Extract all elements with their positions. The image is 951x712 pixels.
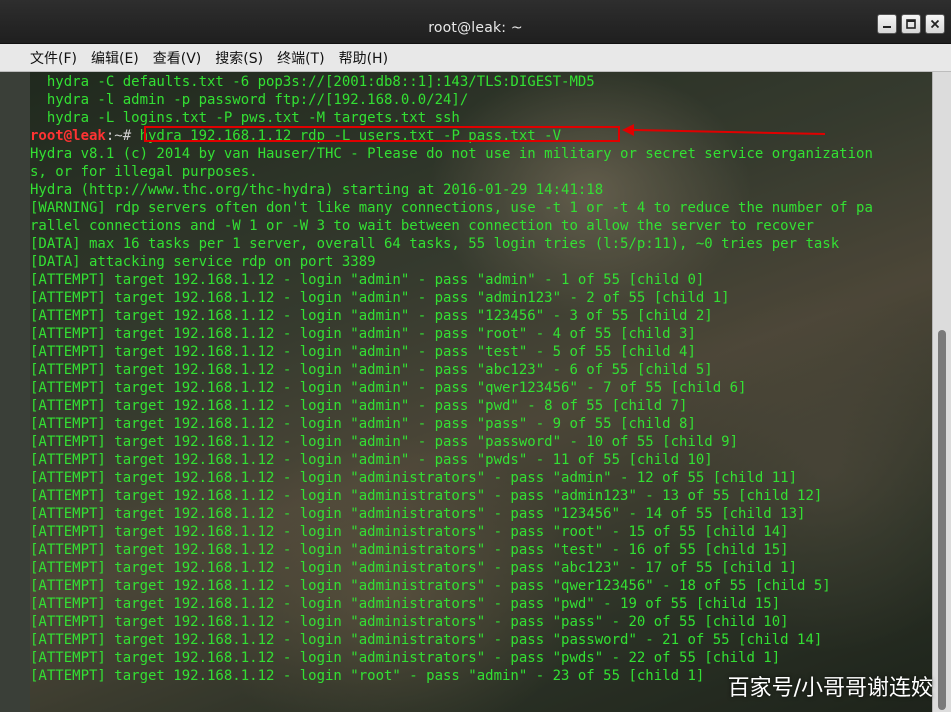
terminal-line: [ATTEMPT] target 192.168.1.12 - login "a… <box>30 380 747 396</box>
minimize-button[interactable] <box>877 14 897 34</box>
terminal-line: rallel connections and -W 1 or -W 3 to w… <box>30 218 814 234</box>
window-title: root@leak: ~ <box>428 20 523 36</box>
terminal-line: [ATTEMPT] target 192.168.1.12 - login "a… <box>30 632 823 648</box>
close-icon <box>930 19 940 29</box>
close-button[interactable] <box>925 14 945 34</box>
menu-file[interactable]: 文件(F) <box>30 48 77 68</box>
terminal-line: [DATA] max 16 tasks per 1 server, overal… <box>30 236 840 252</box>
terminal-line: [WARNING] rdp servers often don't like m… <box>30 200 873 216</box>
terminal-line: [ATTEMPT] target 192.168.1.12 - login "a… <box>30 434 739 450</box>
terminal-line: [ATTEMPT] target 192.168.1.12 - login "a… <box>30 524 789 540</box>
terminal-lines: hydra -C defaults.txt -6 pop3s://[2001:d… <box>30 73 873 685</box>
terminal-line: Hydra (http://www.thc.org/thc-hydra) sta… <box>30 182 604 198</box>
window-controls <box>877 14 945 34</box>
scrollbar-thumb[interactable] <box>938 330 946 710</box>
arrow-annotation-icon <box>622 124 826 136</box>
prompt-user: root@leak <box>30 128 106 144</box>
command-highlight-box <box>144 126 620 142</box>
terminal-line: [ATTEMPT] target 192.168.1.12 - login "a… <box>30 290 730 306</box>
minimize-icon <box>883 26 891 28</box>
watermark-text: 百家号/小哥哥谢连姣 <box>727 676 933 701</box>
maximize-icon <box>906 19 916 29</box>
terminal-line: [DATA] attacking service rdp on port 338… <box>30 254 376 270</box>
terminal-line: s, or for illegal purposes. <box>30 164 258 180</box>
prompt-path: :~# <box>105 128 140 144</box>
menu-search[interactable]: 搜索(S) <box>215 48 263 68</box>
terminal-line: [ATTEMPT] target 192.168.1.12 - login "a… <box>30 308 713 324</box>
terminal-line: [ATTEMPT] target 192.168.1.12 - login "a… <box>30 596 781 612</box>
terminal-line: [ATTEMPT] target 192.168.1.12 - login "a… <box>30 398 688 414</box>
window-titlebar[interactable]: root@leak: ~ <box>0 0 951 44</box>
terminal-line: [ATTEMPT] target 192.168.1.12 - login "a… <box>30 362 713 378</box>
terminal-line: [ATTEMPT] target 192.168.1.12 - login "a… <box>30 578 831 594</box>
terminal-line: [ATTEMPT] target 192.168.1.12 - login "a… <box>30 470 798 486</box>
terminal-line: [ATTEMPT] target 192.168.1.12 - login "a… <box>30 650 781 666</box>
terminal-line: [ATTEMPT] target 192.168.1.12 - login "a… <box>30 416 696 432</box>
menu-view[interactable]: 查看(V) <box>153 48 202 68</box>
terminal-line: Hydra v8.1 (c) 2014 by van Hauser/THC - … <box>30 146 873 162</box>
terminal-line: [ATTEMPT] target 192.168.1.12 - login "a… <box>30 326 696 342</box>
terminal-line: [ATTEMPT] target 192.168.1.12 - login "a… <box>30 542 789 558</box>
menu-terminal[interactable]: 终端(T) <box>277 48 324 68</box>
terminal-scrollbar[interactable] <box>932 72 951 712</box>
menu-help[interactable]: 帮助(H) <box>339 48 388 68</box>
terminal-line: [ATTEMPT] target 192.168.1.12 - login "a… <box>30 560 798 576</box>
maximize-button[interactable] <box>901 14 921 34</box>
terminal-line: [ATTEMPT] target 192.168.1.12 - login "a… <box>30 452 713 468</box>
terminal-output[interactable]: hydra -C defaults.txt -6 pop3s://[2001:d… <box>30 72 932 712</box>
terminal-line: hydra -C defaults.txt -6 pop3s://[2001:d… <box>30 74 595 90</box>
terminal-line: hydra -l admin -p password ftp://[192.16… <box>30 92 469 108</box>
terminal-line: [ATTEMPT] target 192.168.1.12 - login "a… <box>30 272 705 288</box>
terminal-line: [ATTEMPT] target 192.168.1.12 - login "a… <box>30 614 789 630</box>
menu-bar: 文件(F) 编辑(E) 查看(V) 搜索(S) 终端(T) 帮助(H) <box>0 44 951 72</box>
terminal-line: [ATTEMPT] target 192.168.1.12 - login "a… <box>30 506 806 522</box>
terminal-line: [ATTEMPT] target 192.168.1.12 - login "a… <box>30 344 696 360</box>
terminal-line: [ATTEMPT] target 192.168.1.12 - login "a… <box>30 488 823 504</box>
menu-edit[interactable]: 编辑(E) <box>91 48 139 68</box>
